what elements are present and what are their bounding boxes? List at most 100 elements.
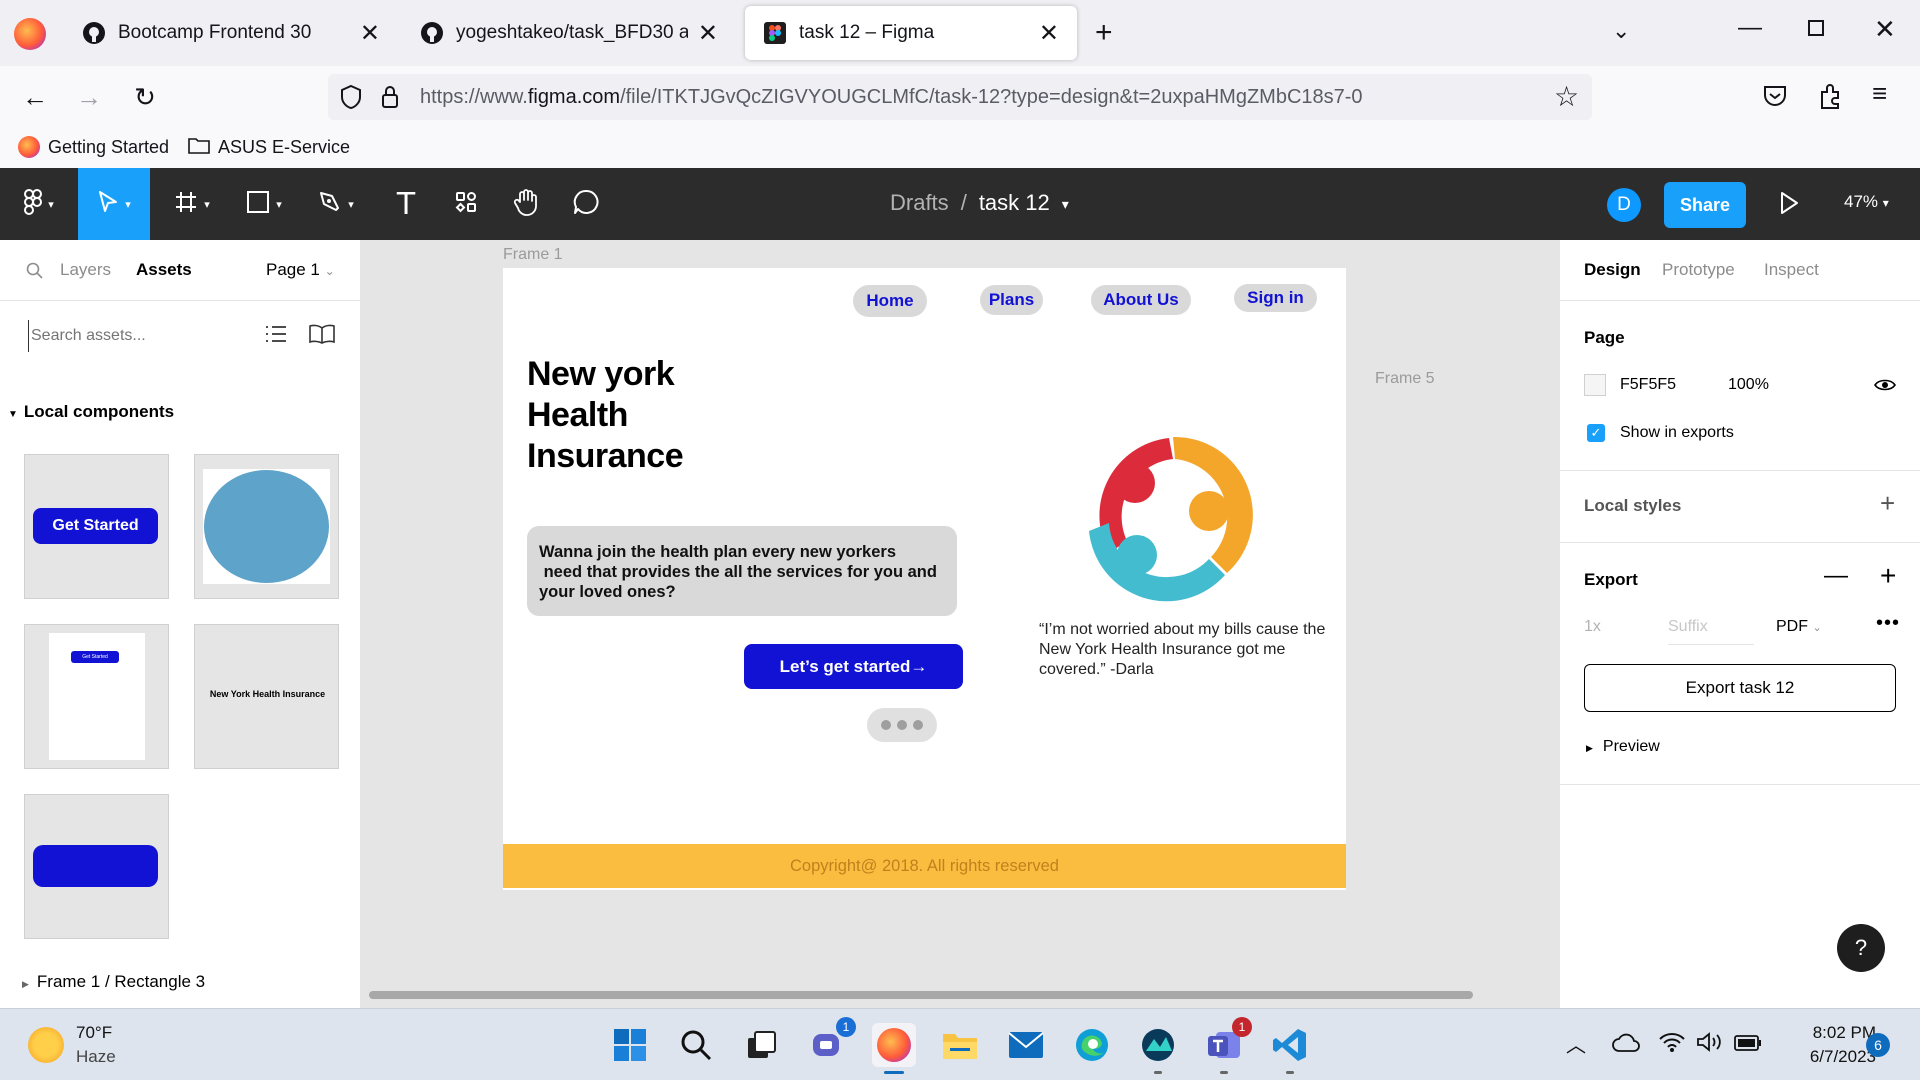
move-tool-button[interactable]: ▾	[78, 168, 150, 240]
forward-icon[interactable]: →	[70, 78, 108, 116]
weather-temp[interactable]: 70°F	[76, 1023, 112, 1043]
back-icon[interactable]: ←	[16, 78, 54, 116]
close-tab-icon[interactable]: ✕	[360, 19, 380, 48]
text-tool-icon[interactable]: T	[378, 168, 434, 240]
pen-tool-button[interactable]: ▾	[304, 168, 368, 240]
comment-tool-button[interactable]	[558, 168, 614, 240]
cta-button[interactable]: Let’s get started→	[744, 644, 963, 689]
component-title-text[interactable]: New York Health Insurance	[194, 624, 339, 769]
tab-assets[interactable]: Assets	[136, 260, 192, 280]
wifi-icon[interactable]	[1658, 1031, 1686, 1058]
export-suffix-input[interactable]: Suffix	[1668, 618, 1754, 645]
file-name[interactable]: task 12	[979, 190, 1050, 216]
onedrive-cloud-icon[interactable]	[1612, 1033, 1640, 1058]
search-icon[interactable]	[26, 262, 44, 285]
teams-icon[interactable]: 1	[1202, 1017, 1252, 1074]
component-rectangle[interactable]	[24, 794, 169, 939]
bookmark-star-icon[interactable]: ☆	[1554, 80, 1579, 113]
close-tab-icon[interactable]: ✕	[698, 19, 718, 48]
search-assets-input[interactable]	[28, 320, 248, 352]
avatar[interactable]: D	[1607, 188, 1641, 222]
tab-design[interactable]: Design	[1584, 260, 1641, 280]
tab-inspect[interactable]: Inspect	[1764, 260, 1819, 280]
lock-icon[interactable]	[380, 84, 400, 115]
teams-chat-icon[interactable]: 1	[806, 1017, 856, 1067]
close-tab-icon[interactable]: ✕	[1039, 19, 1059, 48]
weather-haze-icon[interactable]	[28, 1027, 64, 1063]
nav-about-us[interactable]: About Us	[1091, 285, 1191, 315]
mail-icon[interactable]	[1004, 1023, 1048, 1067]
task-view-icon[interactable]	[740, 1023, 784, 1067]
battery-icon[interactable]	[1734, 1035, 1762, 1056]
page-color-swatch[interactable]	[1584, 374, 1606, 396]
tab-github-repo[interactable]: yogeshtakeo/task_BFD30 at dev ✕	[402, 6, 736, 60]
bookmark-asus[interactable]: ASUS E-Service	[188, 136, 350, 159]
frame-1-label[interactable]: Frame 1	[503, 246, 563, 264]
nav-home[interactable]: Home	[853, 285, 927, 317]
local-components-header[interactable]: ▼ Local components	[8, 402, 174, 422]
restore-icon[interactable]	[1808, 20, 1824, 36]
windows-start-icon[interactable]	[608, 1023, 652, 1067]
tab-bootcamp[interactable]: Bootcamp Frontend 30 ✕	[64, 6, 398, 60]
minimize-icon[interactable]: —	[1738, 14, 1762, 42]
firefox-taskbar-icon[interactable]	[872, 1023, 916, 1074]
nav-plans[interactable]: Plans	[980, 285, 1043, 315]
extensions-icon[interactable]	[1818, 82, 1844, 115]
resources-tool-button[interactable]	[438, 168, 494, 240]
pocket-icon[interactable]	[1762, 84, 1788, 113]
hand-tool-button[interactable]	[498, 168, 554, 240]
volume-icon[interactable]	[1696, 1031, 1724, 1058]
export-button[interactable]: Export task 12	[1584, 664, 1896, 712]
show-in-exports-checkbox[interactable]: ✓	[1587, 424, 1605, 442]
bookmark-getting-started[interactable]: Getting Started	[18, 136, 169, 158]
page-selector[interactable]: Page 1 ⌄	[266, 260, 335, 280]
selection-path[interactable]: ▶ Frame 1 / Rectangle 3	[22, 972, 205, 992]
present-play-icon[interactable]	[1778, 190, 1800, 221]
show-hidden-icons-chevron[interactable]: ︿	[1566, 1029, 1586, 1058]
frame-5-label[interactable]: Frame 5	[1375, 370, 1435, 388]
notification-center-badge[interactable]: 6	[1866, 1033, 1890, 1057]
component-get-started-button[interactable]: Get Started	[24, 454, 169, 599]
more-options-icon[interactable]: •••	[1876, 612, 1900, 635]
shape-tool-button[interactable]: ▾	[232, 168, 296, 240]
share-button[interactable]: Share	[1664, 182, 1746, 228]
clock-time[interactable]: 8:02 PM	[1786, 1023, 1876, 1043]
weather-desc[interactable]: Haze	[76, 1047, 116, 1067]
add-style-icon[interactable]: +	[1880, 488, 1895, 519]
tab-prototype[interactable]: Prototype	[1662, 260, 1735, 280]
new-tab-icon[interactable]: +	[1095, 16, 1113, 50]
tab-figma[interactable]: task 12 – Figma ✕	[745, 6, 1077, 60]
edge-icon[interactable]	[1070, 1023, 1114, 1067]
menu-icon[interactable]: ≡	[1872, 78, 1887, 109]
help-button[interactable]: ?	[1837, 924, 1885, 972]
component-circle[interactable]	[194, 454, 339, 599]
preview-toggle[interactable]: ▶ Preview	[1586, 738, 1660, 756]
list-view-icon[interactable]	[264, 324, 288, 349]
close-window-icon[interactable]: ✕	[1874, 14, 1896, 45]
frame-tool-button[interactable]: ▾	[160, 168, 224, 240]
frame-1[interactable]: Home Plans About Us Sign in New york Hea…	[503, 268, 1346, 890]
tab-layers[interactable]: Layers	[60, 260, 111, 280]
shield-icon[interactable]	[340, 84, 362, 115]
file-explorer-icon[interactable]	[938, 1023, 982, 1067]
gaming-app-icon[interactable]	[1136, 1023, 1180, 1074]
add-export-icon[interactable]: +	[1880, 560, 1896, 592]
export-format-dropdown[interactable]: PDF ⌄	[1776, 618, 1822, 636]
search-icon[interactable]	[674, 1023, 718, 1067]
clock-date[interactable]: 6/7/2023	[1776, 1047, 1876, 1067]
breadcrumb-drafts[interactable]: Drafts	[890, 190, 949, 216]
nav-sign-in[interactable]: Sign in	[1234, 284, 1317, 312]
remove-export-icon[interactable]: —	[1824, 562, 1848, 590]
vscode-icon[interactable]	[1268, 1023, 1312, 1074]
chevron-down-icon[interactable]: ▾	[1062, 196, 1069, 216]
export-scale[interactable]: 1x	[1584, 618, 1601, 636]
canvas[interactable]: Frame 1 Frame 5 Home Plans About Us Sign…	[361, 240, 1559, 1008]
page-color-hex[interactable]: F5F5F5	[1620, 376, 1676, 394]
page-opacity[interactable]: 100%	[1728, 376, 1769, 394]
main-menu-button[interactable]: ▾	[0, 168, 78, 240]
firefox-menu-icon[interactable]	[14, 18, 46, 50]
reload-icon[interactable]: ↻	[126, 78, 164, 116]
component-frame[interactable]: Get Started	[24, 624, 169, 769]
eye-icon[interactable]	[1874, 378, 1896, 397]
list-all-tabs-icon[interactable]: ⌄	[1612, 18, 1630, 44]
